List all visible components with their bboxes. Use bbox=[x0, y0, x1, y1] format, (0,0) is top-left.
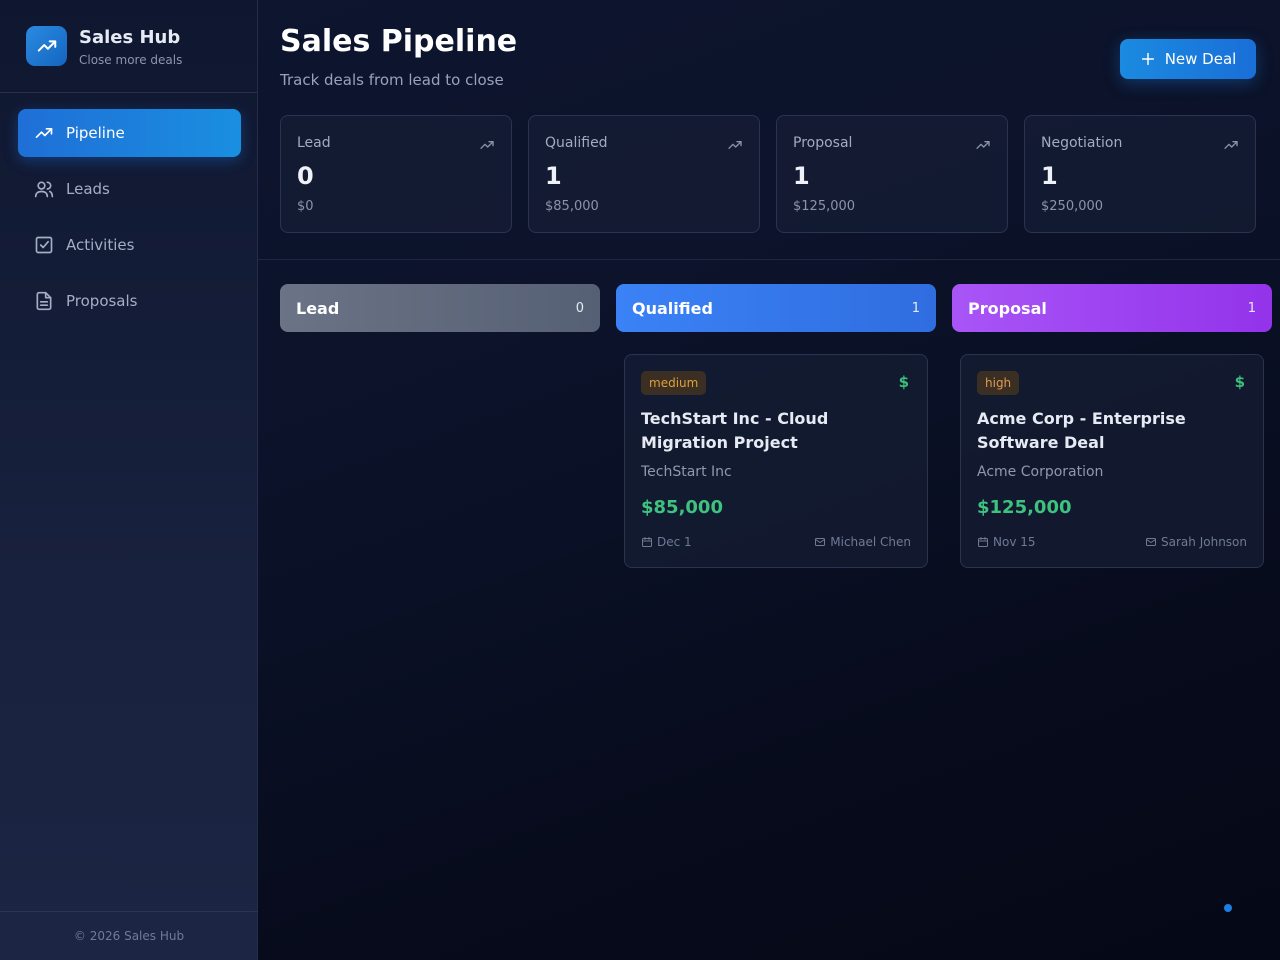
users-icon bbox=[34, 181, 54, 198]
section-divider bbox=[258, 259, 1280, 260]
stat-label: Negotiation bbox=[1041, 135, 1123, 151]
trending-up-icon bbox=[1224, 141, 1238, 149]
file-text-icon bbox=[36, 291, 52, 311]
stat-value: $0 bbox=[297, 199, 314, 214]
stat-count: 1 bbox=[793, 162, 810, 190]
column-header-qualified: Qualified 1 bbox=[616, 284, 936, 332]
deal-card[interactable]: medium $ TechStart Inc - Cloud Migration… bbox=[624, 354, 928, 568]
sidebar-item-leads[interactable]: Leads bbox=[18, 165, 241, 213]
trending-up-icon bbox=[480, 141, 494, 149]
stat-card-lead: Lead 0 $0 bbox=[280, 115, 512, 233]
deal-owner-text: Michael Chen bbox=[830, 535, 911, 549]
new-deal-button[interactable]: New Deal bbox=[1120, 39, 1256, 79]
sidebar-nav: Pipeline Leads Activities Proposals bbox=[18, 109, 241, 333]
stat-count: 0 bbox=[297, 162, 314, 190]
stat-value: $250,000 bbox=[1041, 199, 1104, 214]
column-name: Lead bbox=[296, 298, 340, 318]
column-count: 0 bbox=[575, 300, 584, 316]
trending-up-icon bbox=[728, 141, 742, 149]
stat-value: $85,000 bbox=[545, 199, 599, 214]
column-count: 1 bbox=[1247, 300, 1256, 316]
column-header-lead: Lead 0 bbox=[280, 284, 600, 332]
sidebar-item-activities[interactable]: Activities bbox=[18, 221, 241, 269]
column-header-proposal: Proposal 1 bbox=[952, 284, 1272, 332]
deal-company: Acme Corporation bbox=[977, 464, 1104, 480]
dollar-icon: $ bbox=[898, 373, 909, 391]
stat-label: Qualified bbox=[545, 135, 608, 151]
stat-card-negotiation: Negotiation 1 $250,000 bbox=[1024, 115, 1256, 233]
sidebar-footer: © 2026 Sales Hub bbox=[0, 911, 258, 960]
new-deal-label: New Deal bbox=[1164, 50, 1237, 68]
page-title: Sales Pipeline bbox=[280, 24, 518, 59]
deal-value: $85,000 bbox=[641, 497, 723, 518]
sidebar-item-label: Proposals bbox=[66, 292, 138, 310]
calendar-icon bbox=[642, 537, 652, 547]
deal-date-text: Dec 1 bbox=[657, 535, 692, 549]
brand-logo bbox=[26, 26, 67, 66]
brand-header: Sales Hub Close more deals bbox=[0, 0, 257, 93]
plus-icon bbox=[1141, 52, 1154, 66]
deal-value: $125,000 bbox=[977, 497, 1072, 518]
priority-badge: high bbox=[977, 371, 1020, 395]
sidebar: Sales Hub Close more deals Pipeline Lead… bbox=[0, 0, 258, 960]
stat-value: $125,000 bbox=[793, 199, 856, 214]
brand-subtitle: Close more deals bbox=[79, 53, 183, 67]
dollar-icon: $ bbox=[1234, 373, 1245, 391]
mail-icon bbox=[815, 538, 826, 546]
mail-icon bbox=[1146, 538, 1157, 546]
stat-label: Proposal bbox=[793, 135, 853, 151]
sidebar-item-proposals[interactable]: Proposals bbox=[18, 277, 241, 325]
deal-title: Acme Corp - Enterprise Software Deal bbox=[977, 409, 1186, 452]
deal-owner: Sarah Johnson bbox=[1145, 535, 1247, 549]
deal-date: Nov 15 bbox=[977, 535, 1036, 549]
sidebar-item-label: Activities bbox=[66, 236, 135, 254]
sidebar-item-label: Leads bbox=[66, 180, 110, 198]
deal-owner-text: Sarah Johnson bbox=[1161, 535, 1247, 549]
stat-count: 1 bbox=[545, 162, 562, 190]
deal-footer: Dec 1 Michael Chen bbox=[641, 535, 911, 549]
sidebar-item-label: Pipeline bbox=[66, 124, 125, 142]
sidebar-item-pipeline[interactable]: Pipeline bbox=[18, 109, 241, 157]
deal-owner: Michael Chen bbox=[814, 535, 911, 549]
column-name: Qualified bbox=[632, 298, 713, 318]
trending-up-icon bbox=[37, 40, 56, 52]
column-name: Proposal bbox=[968, 298, 1047, 318]
stat-card-qualified: Qualified 1 $85,000 bbox=[528, 115, 760, 233]
checkbox-icon bbox=[35, 236, 53, 254]
stat-label: Lead bbox=[297, 135, 331, 151]
deal-date-text: Nov 15 bbox=[993, 535, 1036, 549]
column-count: 1 bbox=[911, 300, 920, 316]
trending-up-icon bbox=[976, 141, 990, 149]
deal-company: TechStart Inc bbox=[641, 464, 732, 480]
deal-footer: Nov 15 Sarah Johnson bbox=[977, 535, 1247, 549]
deal-card[interactable]: high $ Acme Corp - Enterprise Software D… bbox=[960, 354, 1264, 568]
trending-up-icon bbox=[35, 128, 53, 138]
priority-badge: medium bbox=[641, 371, 707, 395]
calendar-icon bbox=[978, 537, 988, 547]
stat-count: 1 bbox=[1041, 162, 1058, 190]
status-dot bbox=[1224, 904, 1232, 912]
deal-date: Dec 1 bbox=[641, 535, 692, 549]
page-subtitle: Track deals from lead to close bbox=[280, 71, 504, 89]
brand-title: Sales Hub bbox=[79, 27, 181, 48]
deal-title: TechStart Inc - Cloud Migration Project bbox=[641, 409, 829, 452]
stat-card-proposal: Proposal 1 $125,000 bbox=[776, 115, 1008, 233]
